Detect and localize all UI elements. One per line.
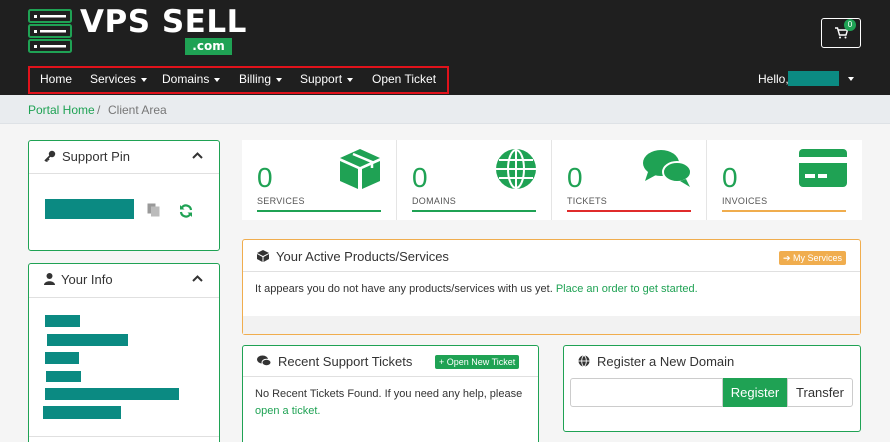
key-icon bbox=[44, 150, 56, 162]
stat-domains-label: DOMAINS bbox=[412, 196, 457, 206]
your-info-title: Your Info bbox=[61, 272, 113, 287]
redacted-name bbox=[45, 315, 80, 327]
stat-tickets-value: 0 bbox=[567, 162, 583, 193]
redacted-email bbox=[45, 388, 179, 400]
divider bbox=[551, 140, 552, 220]
cart-count-badge: 0 bbox=[844, 19, 856, 31]
comments-icon bbox=[643, 150, 692, 187]
nav-services[interactable]: Services bbox=[90, 72, 148, 86]
chevron-down-icon[interactable] bbox=[848, 77, 854, 81]
server-logo-icon[interactable] bbox=[28, 9, 72, 53]
stat-services-label: SERVICES bbox=[257, 196, 305, 206]
nav-billing[interactable]: Billing bbox=[239, 72, 283, 86]
user-greeting[interactable]: Hello, bbox=[758, 72, 789, 86]
stat-tickets-label: TICKETS bbox=[567, 196, 608, 206]
products-empty-message: It appears you do not have any products/… bbox=[255, 283, 698, 295]
stat-tickets-bar bbox=[567, 210, 691, 212]
divider bbox=[706, 140, 707, 220]
divider bbox=[29, 173, 219, 174]
redacted-username bbox=[788, 71, 839, 86]
redacted-address bbox=[47, 334, 128, 346]
register-button[interactable]: Register bbox=[723, 378, 787, 407]
chevron-down-icon bbox=[347, 77, 354, 82]
breadcrumb-current: Client Area bbox=[108, 103, 167, 117]
stat-domains-value: 0 bbox=[412, 162, 428, 193]
chevron-down-icon bbox=[141, 77, 148, 82]
comments-icon bbox=[257, 355, 271, 367]
register-domain-title: Register a New Domain bbox=[597, 354, 735, 369]
nav-home[interactable]: Home bbox=[40, 72, 72, 86]
globe-icon bbox=[578, 355, 590, 367]
divider bbox=[29, 436, 219, 437]
stat-domains-bar bbox=[412, 210, 536, 212]
cube-icon bbox=[257, 250, 269, 262]
recent-tickets-title: Recent Support Tickets bbox=[278, 354, 413, 369]
nav-support[interactable]: Support bbox=[300, 72, 354, 86]
redacted-state bbox=[46, 371, 81, 382]
breadcrumb-home-link[interactable]: Portal Home bbox=[28, 103, 95, 117]
user-icon bbox=[44, 273, 55, 285]
breadcrumb-separator: / bbox=[97, 103, 101, 117]
stat-invoices-bar bbox=[722, 210, 846, 212]
copy-icon[interactable] bbox=[147, 203, 160, 217]
stat-invoices-label: INVOICES bbox=[722, 196, 768, 206]
refresh-icon[interactable] bbox=[179, 204, 193, 218]
open-new-ticket-button[interactable]: + Open New Ticket bbox=[435, 355, 520, 369]
chevron-down-icon bbox=[214, 77, 221, 82]
tickets-empty-message: No Recent Tickets Found. If you need any… bbox=[255, 388, 523, 400]
stat-services-value: 0 bbox=[257, 162, 273, 193]
divider bbox=[243, 376, 538, 377]
divider bbox=[396, 140, 397, 220]
redacted-phone bbox=[43, 406, 121, 419]
globe-icon bbox=[496, 149, 536, 189]
redacted-pin bbox=[45, 199, 134, 219]
chevron-down-icon bbox=[276, 77, 283, 82]
divider bbox=[243, 271, 860, 272]
open-ticket-link[interactable]: open a ticket. bbox=[255, 405, 320, 417]
nav-domains[interactable]: Domains bbox=[162, 72, 221, 86]
chevron-up-icon[interactable] bbox=[192, 152, 203, 159]
divider bbox=[29, 297, 219, 298]
my-services-button[interactable]: ➔ My Services bbox=[779, 251, 847, 265]
credit-card-icon bbox=[799, 149, 847, 187]
nav-open-ticket[interactable]: Open Ticket bbox=[372, 72, 436, 86]
brand-name[interactable]: VPS SELL bbox=[80, 4, 247, 40]
stat-invoices-value: 0 bbox=[722, 162, 738, 193]
transfer-button[interactable]: Transfer bbox=[787, 378, 853, 407]
panel-footer bbox=[243, 316, 860, 334]
stat-services-bar bbox=[257, 210, 381, 212]
redacted-city bbox=[45, 352, 79, 364]
place-order-link[interactable]: Place an order to get started. bbox=[556, 283, 698, 295]
domain-search-input[interactable] bbox=[570, 378, 723, 407]
support-pin-title: Support Pin bbox=[62, 149, 130, 164]
brand-tld: .com bbox=[185, 38, 232, 55]
active-products-title: Your Active Products/Services bbox=[276, 249, 449, 264]
chevron-up-icon[interactable] bbox=[192, 275, 203, 282]
cube-icon bbox=[340, 149, 380, 189]
